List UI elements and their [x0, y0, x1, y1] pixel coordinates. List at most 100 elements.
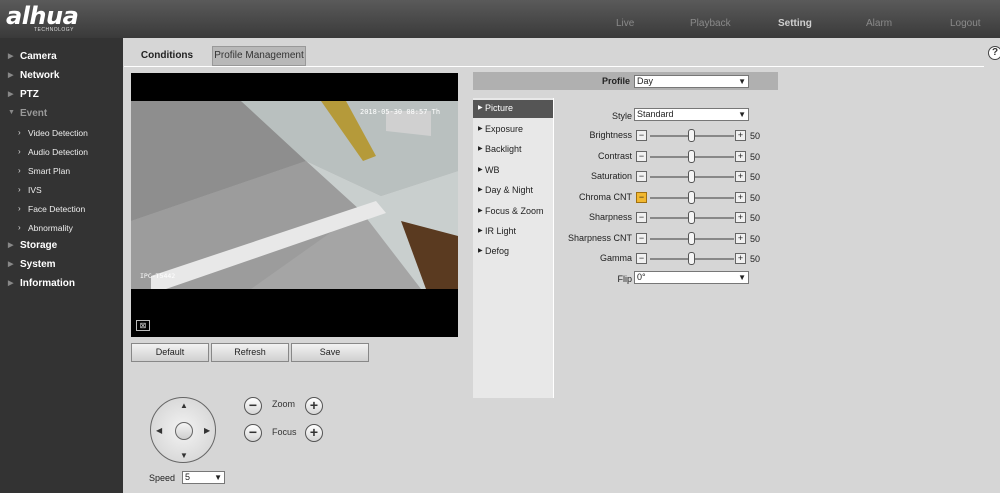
caret-right-icon: ▶ — [478, 167, 483, 173]
sharpness-cnt-increase-button[interactable]: + — [735, 233, 746, 244]
sharpness-cnt-slider-thumb[interactable] — [688, 232, 695, 245]
saturation-decrease-button[interactable]: − — [636, 171, 647, 182]
sharpness-cnt-value: 50 — [750, 234, 761, 244]
focus-in-button[interactable]: + — [305, 424, 323, 442]
arrow-left-icon[interactable]: ◀ — [156, 426, 162, 435]
chroma-cnt-slider-thumb[interactable] — [688, 191, 695, 204]
chevron-right-icon: › — [18, 128, 21, 137]
sidebar-item-system[interactable]: ▶ System — [0, 256, 123, 275]
sidebar-item-label: Face Detection — [28, 204, 86, 214]
nav-setting[interactable]: Setting — [778, 18, 812, 29]
flip-select-value: 0° — [637, 272, 646, 282]
chroma-cnt-label: Chroma CNT — [578, 192, 632, 202]
sharpness-slider-thumb[interactable] — [688, 211, 695, 224]
zoom-out-button[interactable]: − — [244, 397, 262, 415]
chroma-cnt-decrease-button[interactable]: − — [636, 192, 647, 203]
sidebar-item-label: System — [20, 259, 56, 270]
gamma-slider-thumb[interactable] — [688, 252, 695, 265]
sidebar-item-label: IVS — [28, 185, 42, 195]
default-button[interactable]: Default — [131, 343, 209, 362]
sidebar-item-video-detection[interactable]: › Video Detection — [0, 124, 123, 143]
brand-logo: alhua — [6, 2, 79, 30]
tab-conditions[interactable]: Conditions — [124, 46, 210, 66]
arrow-right-icon[interactable]: ▶ — [204, 426, 210, 435]
zoom-in-button[interactable]: + — [305, 397, 323, 415]
caret-right-icon: ▶ — [478, 146, 483, 152]
caret-right-icon: ▶ — [8, 72, 14, 79]
gamma-decrease-button[interactable]: − — [636, 253, 647, 264]
focus-out-button[interactable]: − — [244, 424, 262, 442]
zoom-label: Zoom — [272, 399, 296, 409]
nav-alarm[interactable]: Alarm — [866, 18, 892, 29]
speed-label: Speed — [149, 473, 176, 483]
nav-live[interactable]: Live — [616, 18, 634, 29]
brightness-slider-thumb[interactable] — [688, 129, 695, 142]
menu-item-label: WB — [485, 165, 500, 175]
sharpness-decrease-button[interactable]: − — [636, 212, 647, 223]
sharpness-value: 50 — [750, 213, 761, 223]
profile-select[interactable]: Day ▼ — [634, 75, 749, 88]
arrow-down-icon[interactable]: ▼ — [180, 451, 188, 460]
nav-logout[interactable]: Logout — [950, 18, 981, 29]
chevron-right-icon: › — [18, 185, 21, 194]
sidebar-item-abnormality[interactable]: › Abnormality — [0, 219, 123, 238]
menu-item-label: Defog — [485, 246, 510, 256]
flip-label: Flip — [617, 274, 632, 284]
menu-item-label: Picture — [485, 103, 514, 113]
speed-select-value: 5 — [185, 472, 191, 482]
brightness-decrease-button[interactable]: − — [636, 130, 647, 141]
gamma-increase-button[interactable]: + — [735, 253, 746, 264]
sidebar-item-smart-plan[interactable]: › Smart Plan — [0, 162, 123, 181]
sidebar-item-label: Camera — [20, 51, 57, 62]
chroma-cnt-increase-button[interactable]: + — [735, 192, 746, 203]
refresh-button[interactable]: Refresh — [211, 343, 289, 362]
menu-item-label: Exposure — [485, 124, 524, 134]
profile-select-value: Day — [637, 76, 654, 86]
gamma-label: Gamma — [599, 253, 632, 263]
brightness-increase-button[interactable]: + — [735, 130, 746, 141]
style-select[interactable]: Standard ▼ — [634, 108, 749, 121]
saturation-increase-button[interactable]: + — [735, 171, 746, 182]
sidebar-item-ptz[interactable]: ▶ PTZ — [0, 86, 123, 105]
caret-down-icon: ▼ — [8, 109, 15, 116]
contrast-decrease-button[interactable]: − — [636, 151, 647, 162]
contrast-increase-button[interactable]: + — [735, 151, 746, 162]
sidebar-item-audio-detection[interactable]: › Audio Detection — [0, 143, 123, 162]
fullscreen-icon[interactable]: ⊠ — [136, 320, 150, 331]
style-select-value: Standard — [637, 109, 674, 119]
ptz-center-button[interactable] — [175, 422, 193, 440]
video-preview[interactable]: 2018-05-30 08:57 Th IPC-T5442 ⊠ — [131, 73, 458, 337]
help-icon[interactable]: ? — [988, 46, 1000, 60]
save-button[interactable]: Save — [291, 343, 369, 362]
chevron-down-icon: ▼ — [738, 77, 746, 86]
brightness-value: 50 — [750, 131, 761, 141]
caret-right-icon: ▶ — [8, 91, 14, 98]
sidebar-item-information[interactable]: ▶ Information — [0, 275, 123, 294]
flip-select[interactable]: 0° ▼ — [634, 271, 749, 284]
sidebar-item-storage[interactable]: ▶ Storage — [0, 237, 123, 256]
saturation-slider-thumb[interactable] — [688, 170, 695, 183]
video-osd-channel: IPC-T5442 — [140, 272, 176, 280]
caret-right-icon: ▶ — [478, 187, 483, 193]
sidebar: ▶ Camera ▶ Network ▶ PTZ ▼ Event › Video Dete… — [0, 38, 123, 493]
arrow-up-icon[interactable]: ▲ — [180, 401, 188, 410]
nav-playback[interactable]: Playback — [690, 18, 731, 29]
sidebar-item-network[interactable]: ▶ Network — [0, 67, 123, 86]
menu-divider — [553, 98, 554, 398]
sidebar-item-ivs[interactable]: › IVS — [0, 181, 123, 200]
contrast-slider-thumb[interactable] — [688, 150, 695, 163]
sharpness-cnt-label: Sharpness CNT — [567, 233, 632, 243]
sidebar-item-face-detection[interactable]: › Face Detection — [0, 200, 123, 219]
sidebar-item-camera[interactable]: ▶ Camera — [0, 48, 123, 67]
tab-divider — [124, 66, 984, 67]
sharpness-cnt-decrease-button[interactable]: − — [636, 233, 647, 244]
sidebar-item-label: Video Detection — [28, 128, 88, 138]
tab-profile-management[interactable]: Profile Management — [212, 46, 306, 66]
brand-logo-sub: TECHNOLOGY — [34, 27, 75, 33]
caret-right-icon: ▶ — [478, 126, 483, 132]
sidebar-item-event[interactable]: ▼ Event — [0, 105, 123, 124]
menu-item-label: Backlight — [485, 144, 522, 154]
contrast-value: 50 — [750, 152, 761, 162]
sharpness-increase-button[interactable]: + — [735, 212, 746, 223]
speed-select[interactable]: 5 ▼ — [182, 471, 225, 484]
